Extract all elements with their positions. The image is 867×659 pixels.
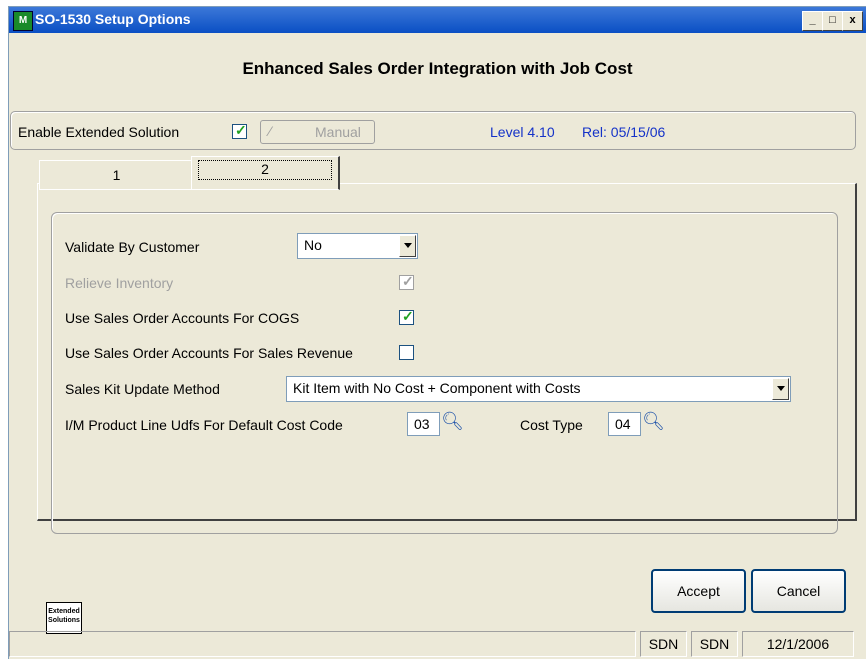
accept-button-label: Accept <box>677 583 720 599</box>
validate-by-customer-select[interactable]: No <box>297 233 418 259</box>
enable-solution-label: Enable Extended Solution <box>18 124 180 140</box>
relieve-inventory-label: Relieve Inventory <box>65 275 174 291</box>
options-group <box>51 212 838 534</box>
title-bar[interactable]: M SO-1530 Setup Options _ □ x <box>9 7 866 33</box>
status-cell-user: SDN <box>691 631 738 657</box>
window-title: SO-1530 Setup Options <box>35 11 191 27</box>
tab-2[interactable]: 2 <box>191 156 340 190</box>
validate-by-customer-label: Validate By Customer <box>65 239 200 255</box>
checkmark-icon: ✓ <box>402 308 414 324</box>
validate-by-customer-value: No <box>304 237 322 253</box>
kit-update-method-label: Sales Kit Update Method <box>65 381 220 397</box>
status-date: 12/1/2006 <box>742 631 854 657</box>
cancel-button-label: Cancel <box>776 583 821 599</box>
setup-options-window: M SO-1530 Setup Options _ □ x Enhanced S… <box>8 6 866 659</box>
manual-button-label: Manual <box>315 124 361 140</box>
chevron-down-icon[interactable] <box>399 235 416 257</box>
cogs-checkbox[interactable]: ✓ <box>399 308 414 325</box>
cancel-button[interactable]: Cancel <box>751 569 846 613</box>
page-title: Enhanced Sales Order Integration with Jo… <box>242 59 633 78</box>
relieve-inventory-checkbox: ✓ <box>399 273 414 290</box>
sales-revenue-checkbox[interactable] <box>399 345 414 360</box>
level-text: Level 4.10 <box>490 124 555 140</box>
kit-update-method-select[interactable]: Kit Item with No Cost + Component with C… <box>286 376 791 402</box>
logo-line-2: Solutions <box>48 617 80 624</box>
cogs-label: Use Sales Order Accounts For COGS <box>65 310 300 326</box>
close-button[interactable]: x <box>842 11 863 31</box>
enable-solution-checkbox[interactable]: ✓ <box>232 122 247 139</box>
checkmark-icon: ✓ <box>235 122 247 138</box>
manual-button: ⁄ Manual <box>260 120 375 144</box>
accept-button[interactable]: Accept <box>651 569 746 613</box>
chevron-down-icon[interactable] <box>772 378 789 400</box>
search-icon[interactable]: 🔍︎ <box>441 411 464 432</box>
wand-icon: ⁄ <box>269 123 272 139</box>
extended-solutions-logo: Extended Solutions <box>46 602 82 634</box>
release-text: Rel: 05/15/06 <box>582 124 666 140</box>
product-line-udf-value: 03 <box>414 416 430 432</box>
logo-line-1: Extended <box>48 608 80 615</box>
tab-1[interactable]: 1 <box>39 160 195 190</box>
app-icon: M <box>13 11 33 31</box>
sales-revenue-label: Use Sales Order Accounts For Sales Reven… <box>65 345 353 361</box>
tab-2-label: 2 <box>198 160 332 180</box>
minimize-button[interactable]: _ <box>802 11 823 31</box>
checkmark-icon: ✓ <box>402 273 414 289</box>
product-line-udf-label: I/M Product Line Udfs For Default Cost C… <box>65 417 343 433</box>
cost-type-label: Cost Type <box>520 417 583 433</box>
search-icon[interactable]: 🔍︎ <box>642 411 665 432</box>
maximize-button[interactable]: □ <box>822 11 843 31</box>
cost-type-value: 04 <box>615 416 631 432</box>
status-cell-company: SDN <box>640 631 687 657</box>
kit-update-method-value: Kit Item with No Cost + Component with C… <box>293 380 581 396</box>
status-bar: SDN SDN 12/1/2006 <box>9 631 866 659</box>
status-message <box>9 631 636 657</box>
product-line-udf-field[interactable]: 03 <box>407 412 440 436</box>
cost-type-field[interactable]: 04 <box>608 412 641 436</box>
